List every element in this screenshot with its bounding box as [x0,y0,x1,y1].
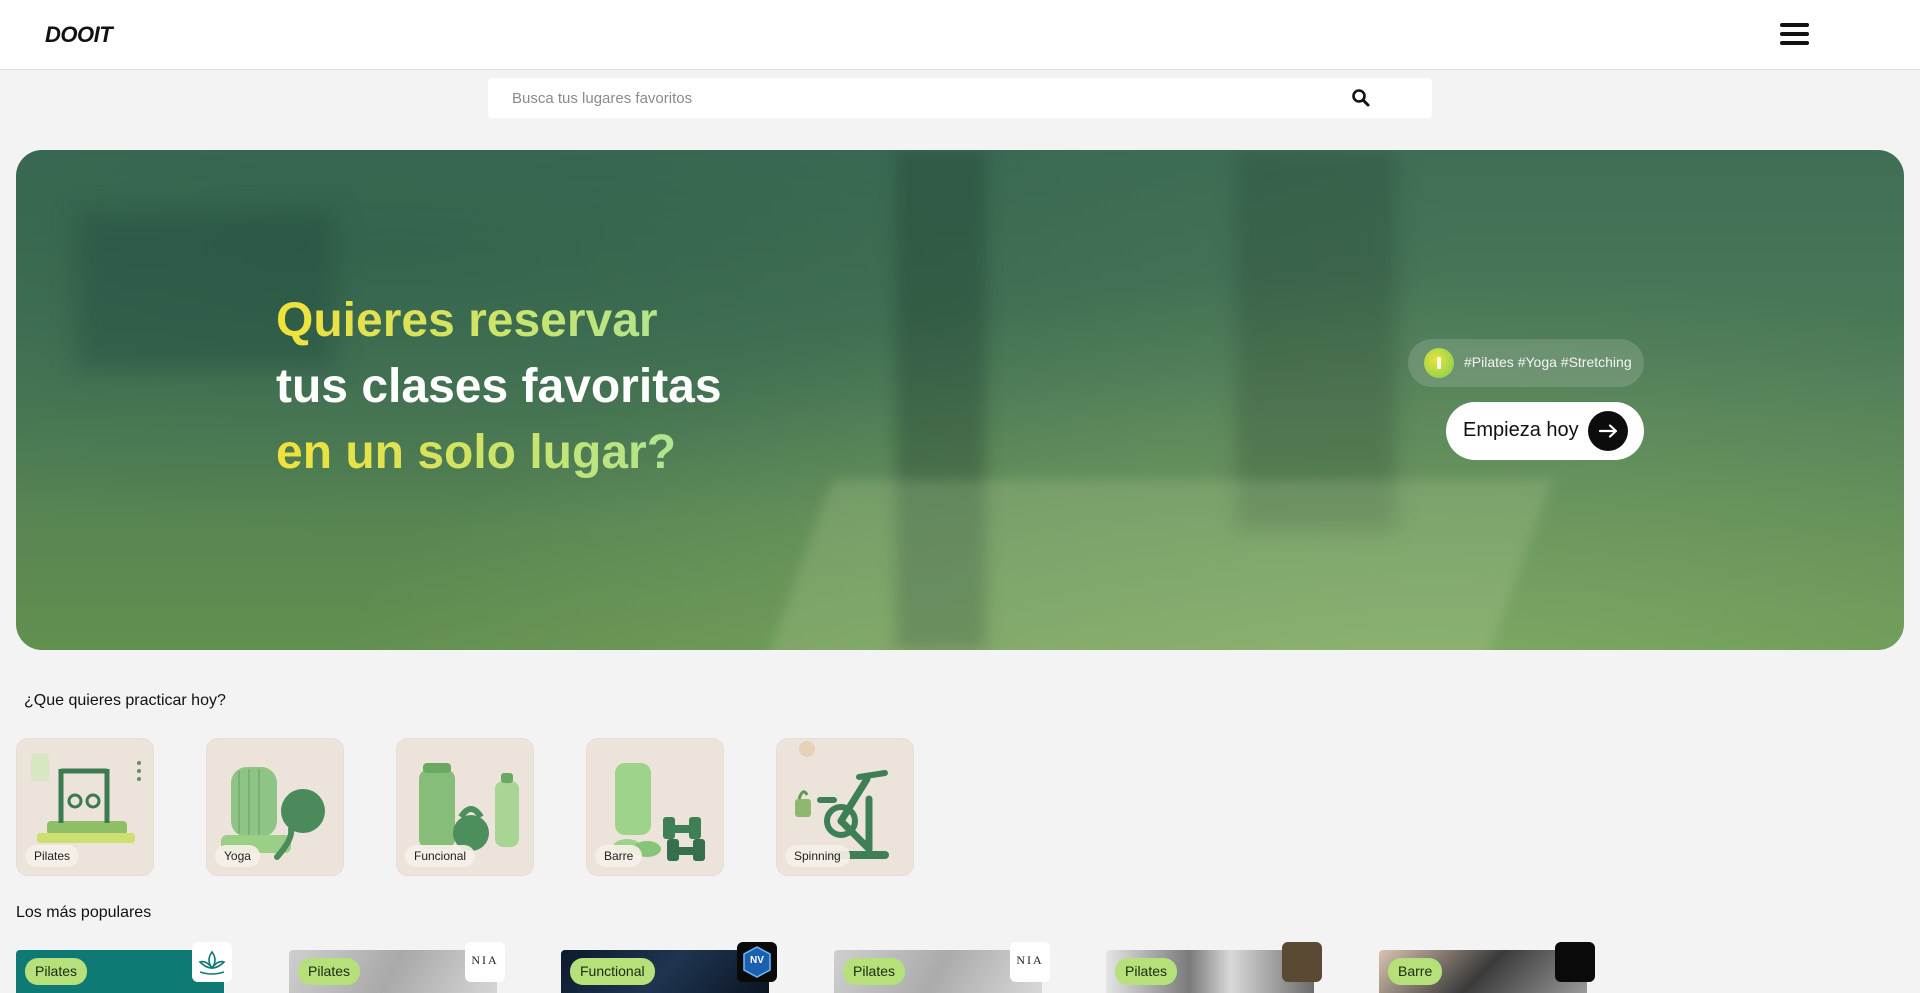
categories-title: ¿Que quieres practicar hoy? [24,692,226,709]
top-header: DOOIT [0,0,1920,70]
hero-tags-pill: #Pilates #Yoga #Stretching [1408,339,1644,387]
hero-title-line-1: Quieres reservar [276,288,722,354]
search-icon[interactable] [1351,88,1371,108]
nv-logo: NV [737,942,777,982]
category-label-barre: Barre [595,845,643,867]
category-card-funcional[interactable]: Funcional [396,738,534,876]
studio-logo [1282,942,1322,982]
hero-tags-text: #Pilates #Yoga #Stretching [1464,354,1632,370]
nia-logo: NIA [1010,942,1050,982]
hamburger-menu-icon[interactable] [1780,22,1810,46]
popular-card-tag: Barre [1388,958,1443,985]
dooit-logo[interactable]: DOOIT [45,22,113,48]
start-today-button[interactable]: Empieza hoy [1446,402,1644,460]
arrow-right-icon [1588,411,1628,451]
popular-card-tag: Pilates [25,958,88,985]
nia-logo: NIA [465,942,505,982]
category-label-yoga: Yoga [215,845,260,867]
popular-card-tag: Pilates [298,958,361,985]
category-card-pilates[interactable]: Pilates [16,738,154,876]
lotus-logo-icon [192,942,232,982]
category-label-spinning: Spinning [785,845,850,867]
search-input[interactable] [488,78,1368,118]
popular-card-tag: Pilates [1115,958,1178,985]
hero-title: Quieres reservar tus clases favoritas en… [276,288,722,486]
barre-studio-logo [1555,942,1595,982]
category-label-pilates: Pilates [25,845,80,867]
popular-card-tag: Pilates [843,958,906,985]
tag-badge-icon [1424,348,1454,378]
start-today-label: Empieza hoy [1463,419,1579,441]
hero-banner: Quieres reservar tus clases favoritas en… [16,150,1904,650]
hero-title-line-2: tus clases favoritas [276,360,722,413]
hero-title-line-3: en un solo lugar? [276,420,722,486]
category-card-yoga[interactable]: Yoga [206,738,344,876]
search-bar [488,78,1432,118]
category-card-barre[interactable]: Barre [586,738,724,876]
popular-card-tag: Functional [570,958,655,985]
popular-title: Los más populares [16,904,152,921]
category-label-funcional: Funcional [405,845,476,867]
category-card-spinning[interactable]: Spinning [776,738,914,876]
